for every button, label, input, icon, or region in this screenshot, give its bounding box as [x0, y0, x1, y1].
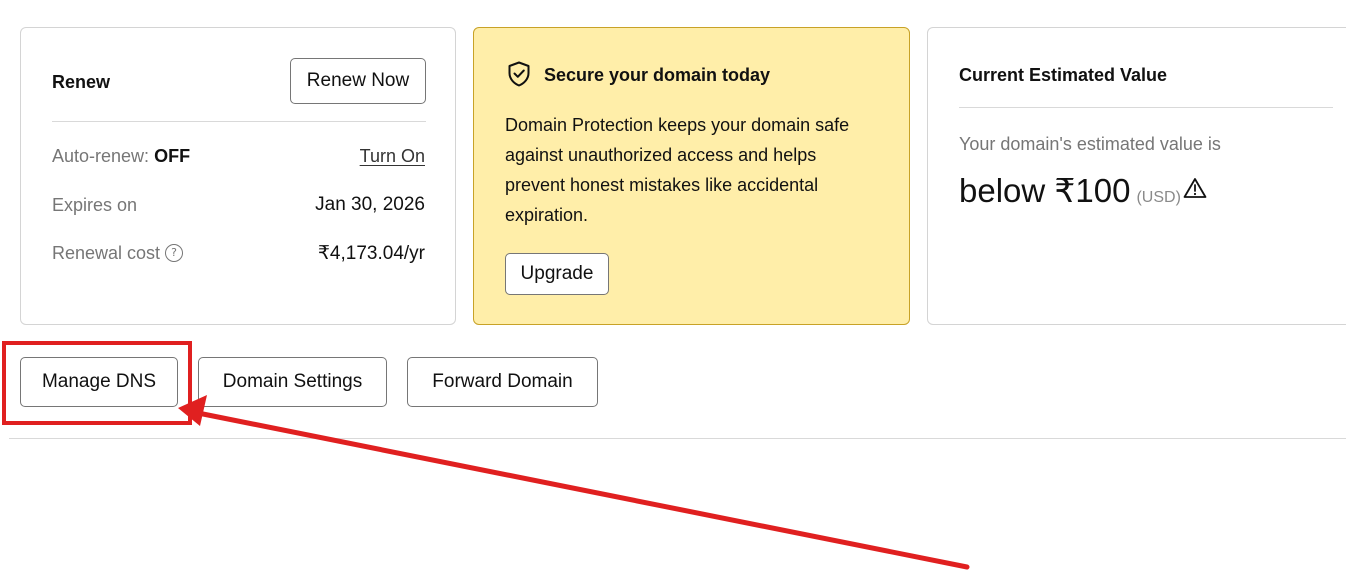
estimate-amount: below ₹100: [959, 172, 1131, 209]
manage-dns-button[interactable]: Manage DNS: [20, 357, 178, 407]
estimate-amount-row: below ₹100 (USD): [959, 171, 1207, 210]
renewal-cost-row-label: Renewal cost?: [52, 243, 184, 264]
expires-value: Jan 30, 2026: [315, 194, 425, 215]
question-circle-icon[interactable]: ?: [165, 244, 184, 262]
shield-check-icon: [508, 61, 530, 87]
renew-divider: [52, 121, 426, 122]
estimate-currency: (USD): [1136, 189, 1181, 206]
renew-title: Renew: [52, 72, 111, 92]
renewal-cost-label: Renewal cost: [52, 243, 161, 263]
value-divider: [959, 107, 1333, 108]
expires-label: Expires on: [52, 195, 138, 215]
secure-title: Secure your domain today: [544, 65, 771, 85]
renewal-cost-value: ₹4,173.04/yr: [317, 243, 425, 264]
domain-overview-page: Renew Renew Now Auto-renew: OFF Turn On …: [0, 0, 1346, 570]
secure-domain-card: Secure your domain today Domain Protecti…: [473, 27, 910, 325]
forward-domain-button[interactable]: Forward Domain: [407, 357, 598, 407]
secure-description: Domain Protection keeps your domain safe…: [505, 115, 850, 225]
section-divider: [9, 438, 1346, 439]
upgrade-button[interactable]: Upgrade: [505, 253, 609, 295]
estimated-value-card: Current Estimated Value Your domain's es…: [927, 27, 1346, 325]
estimate-label: Your domain's estimated value is: [959, 134, 1221, 154]
auto-renew-row-label: Auto-renew: OFF: [52, 146, 190, 167]
auto-renew-status: OFF: [154, 146, 191, 166]
auto-renew-label: Auto-renew:: [52, 146, 150, 166]
renew-now-button[interactable]: Renew Now: [290, 58, 426, 104]
renew-card: Renew Renew Now Auto-renew: OFF Turn On …: [20, 27, 456, 325]
domain-settings-button[interactable]: Domain Settings: [198, 357, 387, 407]
turn-on-auto-renew-link[interactable]: Turn On: [360, 146, 425, 167]
warning-triangle-icon[interactable]: [1183, 177, 1207, 199]
estimated-value-title: Current Estimated Value: [959, 65, 1168, 85]
